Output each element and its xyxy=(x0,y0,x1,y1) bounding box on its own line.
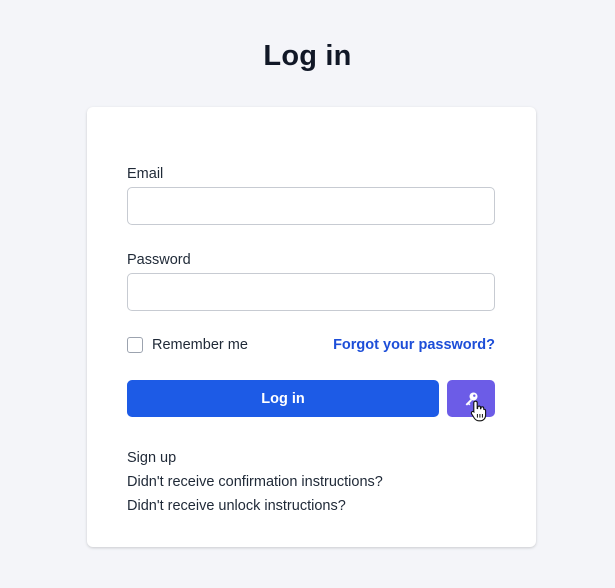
email-field[interactable] xyxy=(127,187,495,225)
auth-links: Sign up Didn't receive confirmation inst… xyxy=(127,446,383,518)
remember-me-row[interactable]: Remember me xyxy=(127,337,248,353)
forgot-password-link[interactable]: Forgot your password? xyxy=(333,337,495,354)
remember-me-label[interactable]: Remember me xyxy=(152,337,248,353)
unlock-instructions-link[interactable]: Didn't receive unlock instructions? xyxy=(127,494,383,518)
password-label: Password xyxy=(127,252,191,268)
remember-me-checkbox[interactable] xyxy=(127,337,143,353)
email-label: Email xyxy=(127,166,164,182)
hand-cursor-icon xyxy=(470,400,487,422)
password-field[interactable] xyxy=(127,273,495,311)
login-button[interactable]: Log in xyxy=(127,380,439,417)
confirmation-instructions-link[interactable]: Didn't receive confirmation instructions… xyxy=(127,470,383,494)
page-title: Log in xyxy=(263,40,352,72)
sign-up-link[interactable]: Sign up xyxy=(127,446,383,470)
login-card: Email Password Remember me Forgot your p… xyxy=(87,107,536,547)
